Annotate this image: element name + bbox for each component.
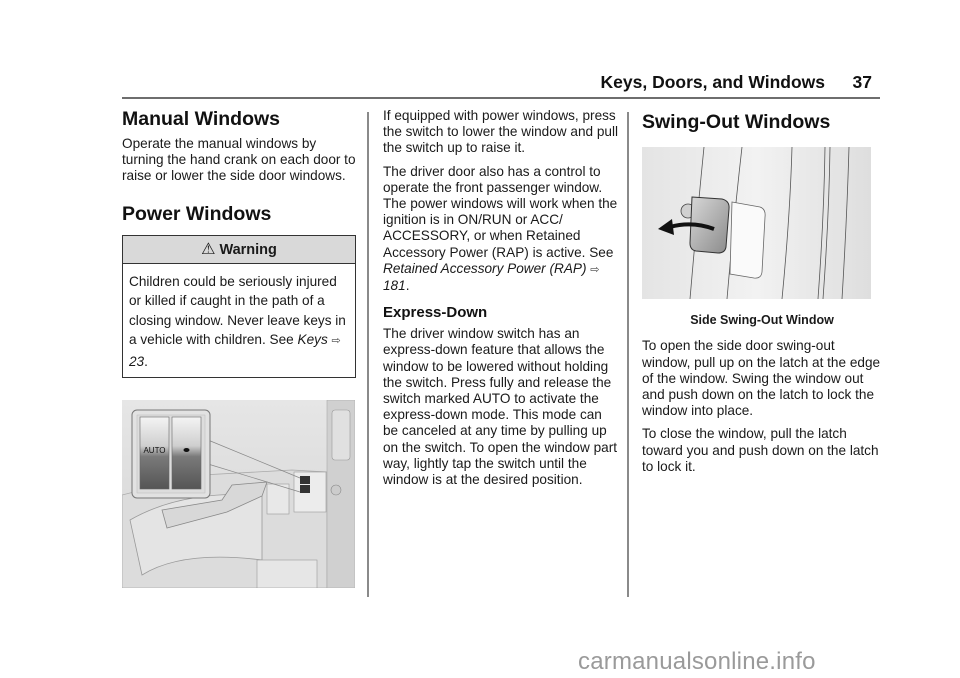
paragraph: Operate the manual windows by turning th…: [122, 136, 356, 184]
column-3: Swing-Out Windows Side Swing-Out Window …: [642, 108, 882, 482]
paragraph: To close the window, pull the latch towa…: [642, 426, 879, 474]
power-window-switch-illustration: AUTO: [122, 400, 355, 588]
warning-header: ⚠ Warning: [123, 235, 355, 264]
xref-rap[interactable]: Retained Accessory Power (RAP): [383, 261, 586, 276]
switch-dot-icon: [183, 448, 190, 452]
paragraph: The driver window switch has an express-…: [383, 326, 618, 488]
warning-box: ⚠ Warning Children could be seriously inj…: [122, 234, 356, 379]
heading-express-down: Express-Down: [383, 304, 488, 322]
section-title: Keys, Doors, and Windows: [600, 72, 825, 92]
xref-arrow-icon: ⇨: [331, 335, 341, 348]
column-divider: [627, 112, 629, 597]
warning-title: Warning: [219, 241, 277, 258]
figure-caption: Side Swing-Out Window: [690, 313, 834, 328]
xref-page[interactable]: 23: [129, 354, 144, 369]
heading-swing-out-windows: Swing-Out Windows: [642, 111, 831, 133]
punctuation: .: [144, 353, 148, 369]
column-divider: [367, 112, 369, 597]
punctuation: .: [405, 278, 410, 294]
watermark: carmanualsonline.info: [578, 648, 816, 675]
column-2: If equipped with power windows, press th…: [383, 108, 618, 495]
warning-body: Children could be seriously injured or k…: [123, 264, 355, 378]
paragraph: The driver door also has a control to op…: [383, 164, 618, 295]
paragraph: To open the side door swing-out window, …: [642, 338, 881, 419]
running-header: Keys, Doors, and Windows 37: [595, 68, 880, 98]
xref-page[interactable]: 181: [383, 278, 406, 293]
switch-label-auto: AUTO: [143, 446, 165, 455]
xref-keys[interactable]: Keys: [298, 332, 328, 347]
header-rule: [122, 97, 880, 99]
swing-out-window-illustration: [642, 146, 871, 300]
column-1: Manual Windows Operate the manual window…: [122, 108, 357, 379]
warning-triangle-icon: ⚠: [201, 240, 216, 258]
paragraph: If equipped with power windows, press th…: [383, 108, 618, 156]
xref-arrow-icon: ⇨: [590, 263, 600, 276]
page-number: 37: [852, 72, 872, 92]
heading-power-windows: Power Windows: [122, 202, 272, 225]
heading-manual-windows: Manual Windows: [122, 108, 280, 130]
paragraph-text: The driver door also has a control to op…: [383, 163, 618, 260]
